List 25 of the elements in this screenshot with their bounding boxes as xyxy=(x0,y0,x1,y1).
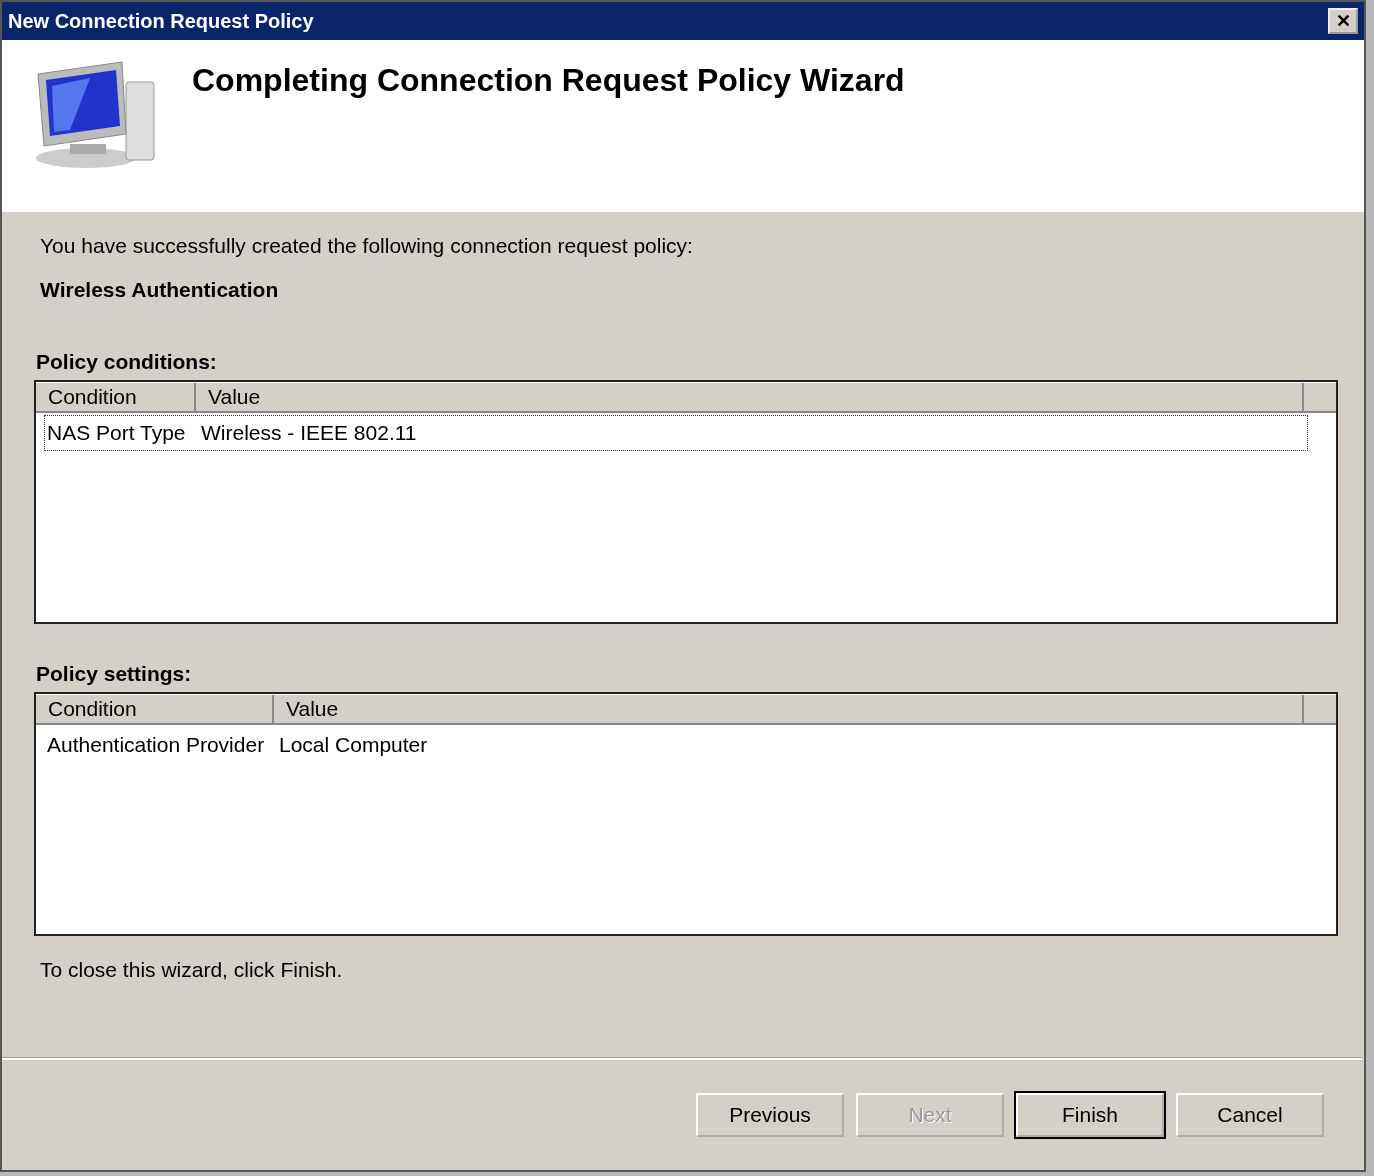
wizard-heading: Completing Connection Request Policy Wizard xyxy=(192,62,905,99)
column-header[interactable]: Value xyxy=(274,695,1304,725)
wizard-button[interactable]: Finish xyxy=(1016,1093,1164,1137)
section-label: Policy settings: xyxy=(36,662,193,686)
section-label: Policy conditions: xyxy=(36,350,218,374)
list-row[interactable]: NAS Port Type Wireless - IEEE 802.11 xyxy=(44,415,1308,451)
intro-text: You have successfully created the following connection request policy: xyxy=(40,234,694,258)
table-cell-text: NAS Port Type xyxy=(46,421,187,445)
closing-text: To close this wizard, click Finish. xyxy=(40,958,344,982)
policy-name: Wireless Authentication xyxy=(40,278,280,302)
column-header[interactable]: Condition xyxy=(36,695,274,725)
column-header-filler xyxy=(1304,695,1336,725)
column-header[interactable]: Condition xyxy=(36,383,196,413)
list-view[interactable]: Condition Value Authentication Provider Local Computer xyxy=(34,692,1338,936)
table-cell-text: Authentication Provider xyxy=(46,733,266,757)
column-header[interactable]: Value xyxy=(196,383,1304,413)
wizard-button[interactable]: Previous xyxy=(696,1093,844,1137)
wizard-button[interactable]: Cancel xyxy=(1176,1093,1324,1137)
list-view[interactable]: Condition Value NAS Port Type Wireless - IEEE 802.11 xyxy=(34,380,1338,624)
table-cell-text: Wireless - IEEE 802.11 xyxy=(200,421,418,445)
table-cell-text: Local Computer xyxy=(278,733,429,757)
column-header-filler xyxy=(1304,383,1336,413)
window-title: New Connection Request Policy xyxy=(8,9,314,33)
close-button[interactable]: ✕ xyxy=(1328,8,1358,34)
list-row[interactable]: Authentication Provider Local Computer xyxy=(44,727,1308,763)
